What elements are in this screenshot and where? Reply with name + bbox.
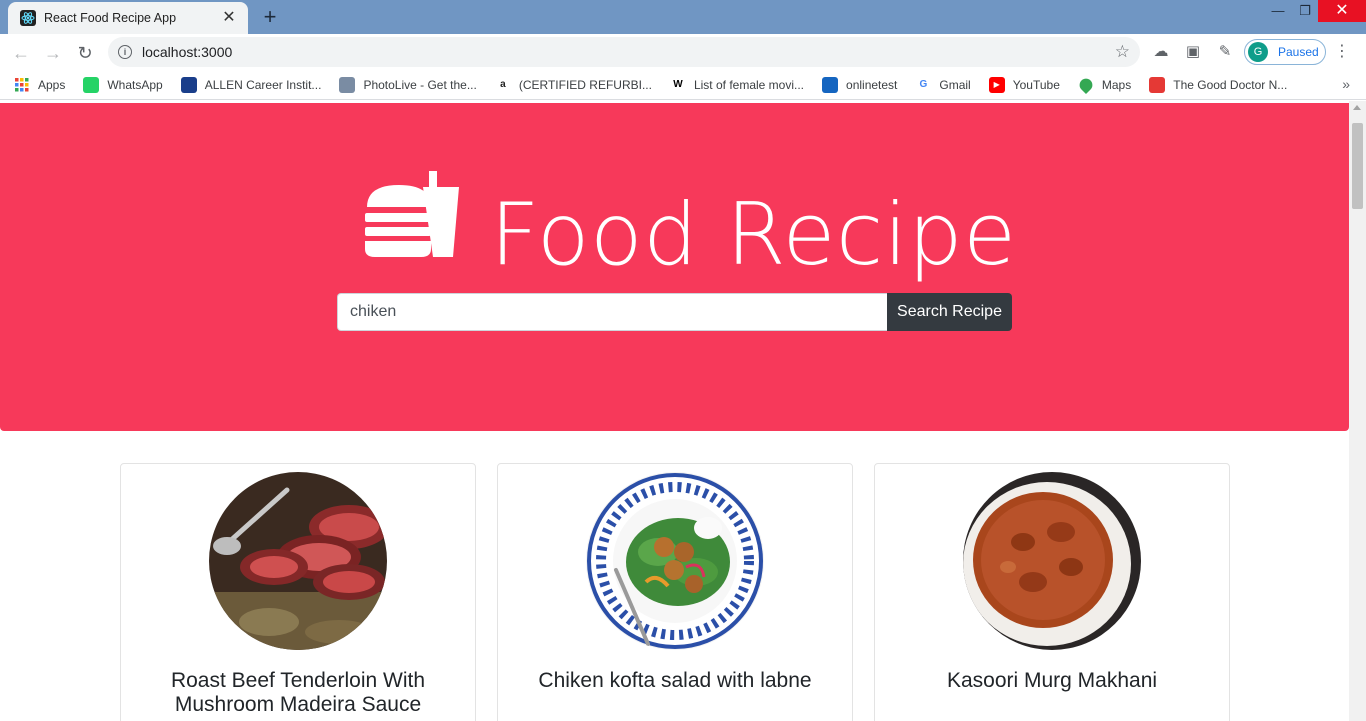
- recipe-title[interactable]: Chiken kofta salad with labne: [508, 669, 842, 693]
- maps-icon: [1076, 75, 1095, 94]
- bookmark-item[interactable]: a (CERTIFIED REFURBI...: [495, 77, 652, 93]
- reload-icon[interactable]: ↻: [72, 40, 98, 66]
- extensions-puzzle-icon[interactable]: ✎: [1215, 42, 1235, 62]
- recipe-card[interactable]: Roast Beef Tenderloin With Mushroom Made…: [120, 463, 476, 721]
- scroll-thumb[interactable]: [1352, 123, 1363, 209]
- bookmark-item[interactable]: onlinetest: [822, 76, 898, 93]
- back-arrow-icon[interactable]: ←: [8, 40, 34, 66]
- tab-title: React Food Recipe App: [44, 11, 177, 25]
- bookmark-label: Apps: [38, 77, 66, 92]
- bookmarks-bar: Apps WhatsApp ALLEN Career Instit... PhotoL…: [0, 70, 1366, 100]
- extension-cube-icon[interactable]: ▣: [1183, 42, 1203, 62]
- bookmark-item[interactable]: WhatsApp: [83, 76, 163, 93]
- search-input[interactable]: [337, 293, 887, 331]
- forward-arrow-icon[interactable]: →: [40, 40, 66, 66]
- bookmark-item[interactable]: The Good Doctor N...: [1149, 76, 1288, 93]
- profile-button[interactable]: G Paused: [1244, 39, 1326, 65]
- roast-beef-image[interactable]: [209, 472, 387, 650]
- bookmark-item[interactable]: Maps: [1076, 75, 1132, 94]
- amazon-icon: a: [500, 79, 506, 90]
- bookmark-label: (CERTIFIED REFURBI...: [518, 77, 652, 92]
- new-tab-icon[interactable]: +: [258, 6, 282, 30]
- apps-grid-icon: [14, 77, 30, 93]
- bookmark-label: onlinetest: [846, 77, 898, 92]
- search-recipe-button[interactable]: Search Recipe: [887, 293, 1012, 331]
- recipe-card[interactable]: Chiken kofta salad with labne: [497, 463, 853, 721]
- search-form: Search Recipe: [337, 293, 1012, 331]
- bookmark-item[interactable]: PhotoLive - Get the...: [339, 76, 477, 93]
- bookmark-label: The Good Doctor N...: [1173, 77, 1288, 92]
- browser-titlebar: React Food Recipe App ✕ + — ❐ ✕: [0, 0, 1366, 34]
- onlinetest-icon: [822, 76, 839, 93]
- react-icon: [20, 10, 36, 26]
- close-tab-icon[interactable]: ✕: [220, 9, 238, 27]
- recipe-list: Roast Beef Tenderloin With Mushroom Made…: [120, 463, 1230, 721]
- scroll-up-arrow-icon[interactable]: [1353, 105, 1361, 110]
- page-viewport: Food Recipe Search Recipe: [0, 101, 1366, 721]
- recipe-title[interactable]: Kasoori Murg Makhani: [885, 669, 1219, 693]
- restore-icon[interactable]: ❐: [1290, 0, 1320, 22]
- google-icon: G: [915, 76, 932, 93]
- recipe-title[interactable]: Roast Beef Tenderloin With Mushroom Made…: [131, 669, 465, 717]
- calendar-date-icon: [1149, 76, 1166, 93]
- page-title: Food Recipe: [490, 185, 1017, 285]
- extension-cloud-icon[interactable]: ☁: [1151, 42, 1171, 62]
- bookmark-item[interactable]: G Gmail: [915, 76, 971, 93]
- bookmark-label: List of female movi...: [693, 77, 805, 92]
- avatar: G: [1248, 42, 1268, 62]
- wikipedia-icon: W: [669, 76, 686, 93]
- whatsapp-icon: [83, 76, 100, 93]
- minimize-icon[interactable]: —: [1263, 0, 1293, 22]
- burger-drink-logo-icon: [365, 171, 459, 257]
- bookmark-star-icon[interactable]: ☆: [1115, 42, 1130, 62]
- bookmark-item[interactable]: Apps: [14, 77, 65, 93]
- browser-tab[interactable]: React Food Recipe App ✕: [8, 2, 248, 34]
- bookmark-label: WhatsApp: [107, 77, 163, 92]
- hero-banner: Food Recipe Search Recipe: [0, 103, 1349, 431]
- bookmark-label: Maps: [1101, 77, 1132, 92]
- bookmark-label: Gmail: [939, 77, 971, 92]
- profile-status: Paused: [1278, 45, 1319, 59]
- bookmark-item[interactable]: W List of female movi...: [669, 76, 805, 93]
- more-bookmarks-icon[interactable]: »: [1342, 76, 1350, 92]
- info-icon[interactable]: i: [118, 45, 132, 59]
- recipe-card[interactable]: Kasoori Murg Makhani: [874, 463, 1230, 721]
- youtube-icon: ▶: [988, 76, 1005, 93]
- kebab-menu-icon[interactable]: ⋮: [1334, 42, 1350, 62]
- window-close-icon[interactable]: ✕: [1318, 0, 1366, 22]
- murg-makhani-image[interactable]: [963, 472, 1141, 650]
- photolive-icon: [339, 76, 356, 93]
- bookmark-item[interactable]: ▶ YouTube: [988, 76, 1060, 93]
- url-text[interactable]: localhost:3000: [142, 44, 232, 60]
- kofta-salad-image[interactable]: [586, 472, 764, 650]
- bookmark-label: ALLEN Career Instit...: [204, 77, 322, 92]
- page-scrollbar[interactable]: [1349, 101, 1366, 721]
- bookmark-label: PhotoLive - Get the...: [363, 77, 477, 92]
- allen-icon: [180, 76, 197, 93]
- browser-toolbar: ← → ↻ i localhost:3000 ☆ ☁ ▣ ✎ G Paused …: [0, 34, 1366, 70]
- address-bar[interactable]: i localhost:3000 ☆: [108, 37, 1140, 67]
- bookmark-label: YouTube: [1012, 77, 1060, 92]
- bookmark-item[interactable]: ALLEN Career Instit...: [180, 76, 322, 93]
